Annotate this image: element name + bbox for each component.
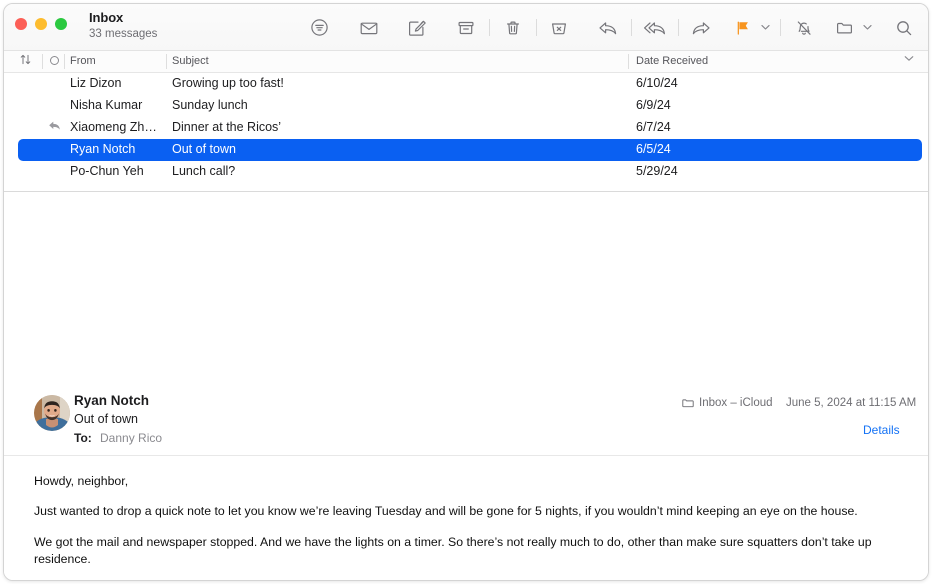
mute-icon[interactable] [788,13,820,43]
header-divider [166,54,167,69]
move-chevron-down-icon[interactable] [861,13,875,43]
row-subject: Lunch call? [172,164,236,178]
column-header-date[interactable]: Date Received [636,55,708,67]
message-sender: Ryan Notch [74,393,150,408]
row-subject: Out of town [172,142,236,156]
header-divider [628,54,629,69]
row-date: 5/29/24 [636,164,678,178]
message-to-value: Danny Rico [100,431,163,445]
archive-button[interactable] [451,13,483,43]
mark-unread-button[interactable] [353,13,385,43]
unread-column-icon[interactable] [50,56,59,68]
body-paragraph: Howdy, neighbor, [34,474,129,488]
sort-order-icon[interactable] [20,54,31,65]
message-view: Ryan Notch Out of town To: Danny Rico In… [4,192,928,580]
row-date: 6/9/24 [636,98,671,112]
replied-icon [48,119,61,132]
message-mailbox-label: Inbox – iCloud [699,397,773,409]
table-row[interactable]: Xiaomeng Zh… Dinner at the Ricos’ 6/7/24 [4,117,928,139]
reply-all-button[interactable] [639,13,671,43]
avatar [34,395,70,431]
window-title-block: Inbox 33 messages [89,10,157,42]
message-date: June 5, 2024 at 11:15 AM [786,397,917,409]
table-row[interactable]: Po-Chun Yeh Lunch call? 5/29/24 [4,161,928,183]
row-date: 6/10/24 [636,76,678,90]
header-divider [64,54,65,69]
row-from: Liz Dizon [70,76,122,90]
maximize-button[interactable] [55,18,67,30]
row-from: Nisha Kumar [70,98,143,112]
flag-icon[interactable] [727,13,759,43]
row-subject: Sunday lunch [172,98,248,112]
column-header-from[interactable]: From [70,55,96,67]
row-from: Xiaomeng Zh… [70,120,157,134]
compose-button[interactable] [402,13,434,43]
header-divider [42,54,43,69]
delete-button[interactable] [497,13,529,43]
message-mailbox: Inbox – iCloud [682,397,773,409]
move-to-folder-icon[interactable] [829,13,861,43]
row-from: Ryan Notch [70,142,136,156]
filter-button[interactable] [304,13,336,43]
message-list[interactable]: Liz Dizon Growing up too fast! 6/10/24 N… [4,73,928,192]
message-count: 33 messages [89,28,158,41]
message-body: Howdy, neighbor, Just wanted to drop a q… [34,473,902,580]
junk-button[interactable] [544,13,576,43]
message-subject: Out of town [74,412,138,426]
window-controls [15,18,67,30]
row-subject: Dinner at the Ricos’ [172,120,282,134]
body-paragraph: We got the mail and newspaper stopped. A… [34,534,872,567]
row-subject: Growing up too fast! [172,76,284,90]
message-list-header: From Subject Date Received [4,51,928,73]
search-icon[interactable] [888,13,920,43]
row-from: Po-Chun Yeh [70,164,144,178]
table-row-selected[interactable]: Ryan Notch Out of town 6/5/24 [18,139,922,161]
close-button[interactable] [15,18,27,30]
details-link[interactable]: Details [863,423,900,437]
message-to-label: To: [74,431,92,445]
column-header-subject[interactable]: Subject [172,55,209,67]
table-row[interactable]: Liz Dizon Growing up too fast! 6/10/24 [4,73,928,95]
mail-window: Inbox 33 messages From Subject Date Rece… [3,3,929,581]
toolbar [304,4,920,51]
minimize-button[interactable] [35,18,47,30]
mailbox-title: Inbox [89,10,124,25]
flag-chevron-down-icon[interactable] [758,13,772,43]
row-date: 6/5/24 [636,142,671,156]
body-paragraph: Just wanted to drop a quick note to let … [34,504,858,519]
forward-button[interactable] [686,13,718,43]
header-body-divider [4,455,928,456]
title-bar: Inbox 33 messages [4,4,928,51]
row-date: 6/7/24 [636,120,671,134]
folder-icon [682,398,694,409]
reply-button[interactable] [593,13,625,43]
column-options-chevron-down-icon[interactable] [904,55,914,62]
table-row[interactable]: Nisha Kumar Sunday lunch 6/9/24 [4,95,928,117]
